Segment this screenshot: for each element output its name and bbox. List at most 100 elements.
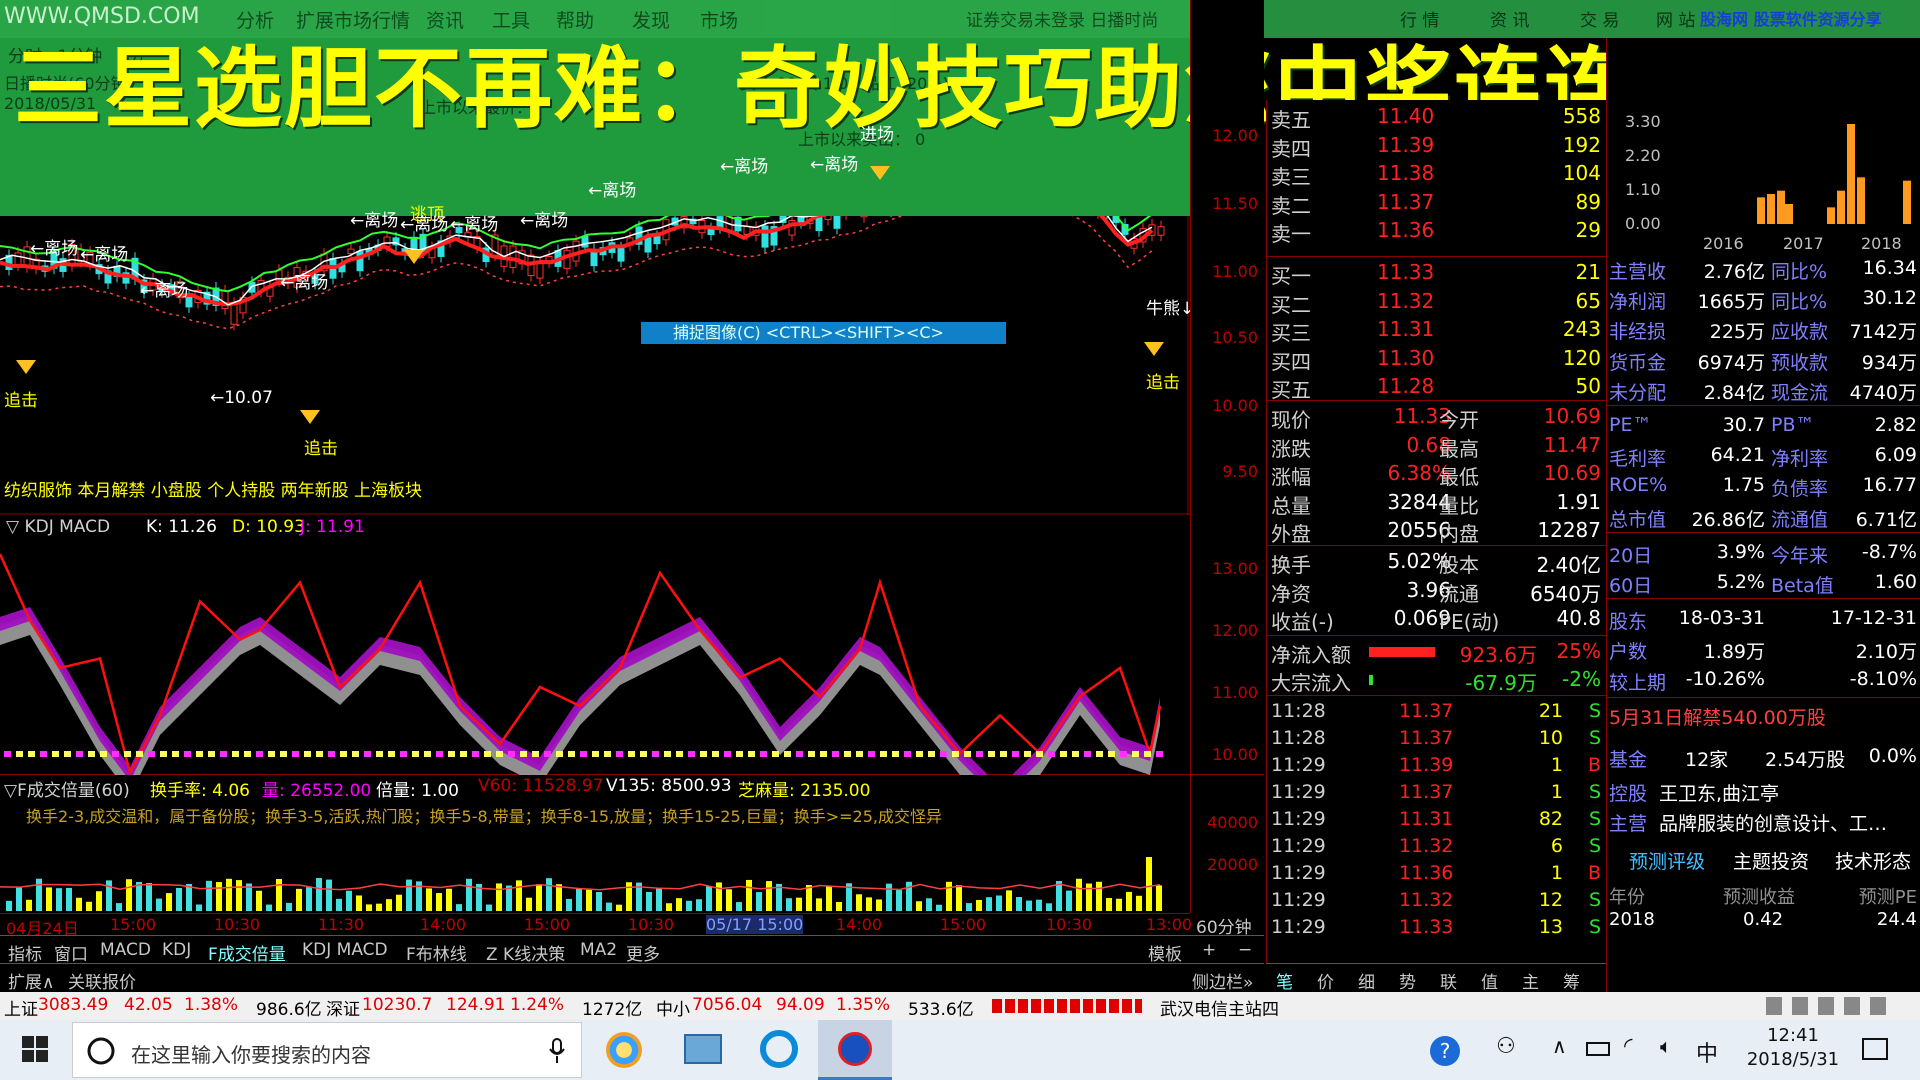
tick-row: 11:29 11.32 6 S: [1267, 833, 1607, 860]
help-icon[interactable]: ?: [1430, 1036, 1460, 1066]
tick-side: S: [1588, 700, 1601, 722]
mini-y-tick: 0.00: [1625, 214, 1661, 233]
tab-tech-pattern[interactable]: 技术形态: [1835, 847, 1911, 874]
kdj-dot: [844, 751, 851, 757]
kdj-dot: [256, 751, 263, 757]
vol-title[interactable]: ▽F成交倍量(60): [4, 776, 130, 801]
ie-browser-icon[interactable]: [606, 1032, 642, 1068]
tab-kdj[interactable]: KDJ: [162, 940, 191, 960]
x-tick: 10:30: [1046, 915, 1093, 934]
y-tick: 10.00: [1212, 745, 1258, 764]
kdj-purple-band: [0, 607, 1160, 775]
forecast-header: 年份 预测收益 预测PE: [1607, 881, 1920, 908]
sell-price: 11.37: [1377, 189, 1435, 214]
tab-forecast-rating[interactable]: 预测评级: [1629, 847, 1705, 874]
kdj-dot: [580, 751, 587, 757]
divider: [1267, 634, 1607, 636]
notification-icon[interactable]: [1862, 1038, 1888, 1060]
tick-side: S: [1588, 835, 1601, 857]
volume-bar: [276, 879, 282, 911]
tab-related-quotes[interactable]: 关联报价: [68, 968, 136, 993]
tab-ma2[interactable]: MA2: [580, 940, 617, 960]
volume-bar: [1006, 890, 1012, 911]
tick-time: 11:29: [1271, 781, 1326, 803]
quote-tab[interactable]: 笔: [1276, 968, 1293, 993]
tab-website[interactable]: 网 站: [1656, 6, 1695, 31]
forecast-earn-header: 预测收益: [1723, 886, 1795, 908]
volume-bar: [106, 880, 112, 911]
divider: [1267, 256, 1607, 257]
unlock-note[interactable]: 5月31日解禁540.00万股: [1609, 703, 1826, 730]
sell-row: 卖三 11.38 104: [1267, 159, 1607, 189]
tab-bollinger[interactable]: F布林线: [406, 940, 467, 965]
quote-tab[interactable]: 价: [1317, 968, 1334, 993]
y-tick: 11.00: [1212, 683, 1258, 702]
brand-logo-text: 股海网 股票软件资源分享: [1700, 10, 1882, 29]
tab-kdj-macd[interactable]: KDJ MACD: [302, 940, 388, 960]
quote-tab[interactable]: 联: [1440, 968, 1457, 993]
stock-app-icon[interactable]: [818, 1020, 892, 1080]
stock-app-logo: [838, 1032, 872, 1066]
fund-value: 1.89万: [1703, 641, 1765, 664]
flow-row: 净流入额 923.6万 25%: [1267, 637, 1607, 667]
tab-kline-decision[interactable]: Z K线决策: [486, 940, 565, 965]
fundamental-row: 股东 18-03-31 17-12-31: [1607, 604, 1920, 634]
indicator-tabs: 指标 窗口 MACD KDJ F成交倍量 KDJ MACD F布林线 Z K线决…: [0, 935, 1264, 965]
ime-indicator[interactable]: 中: [1696, 1036, 1718, 1068]
candle-body: [14, 252, 22, 266]
battery-icon[interactable]: [1586, 1042, 1610, 1056]
tab-more[interactable]: 更多: [626, 940, 660, 965]
template-button[interactable]: 模板: [1148, 940, 1182, 965]
diamond-signal-icon: [16, 360, 36, 374]
stat-value: 10.69: [1543, 404, 1601, 428]
tab-macd[interactable]: MACD: [100, 940, 151, 960]
quote-tab[interactable]: 筹: [1563, 968, 1580, 993]
quote-tab[interactable]: 值: [1481, 968, 1498, 993]
fund-value: 5.2%: [1716, 571, 1765, 593]
stat-label: 净资: [1271, 581, 1311, 606]
sidebar-toggle[interactable]: 侧边栏»: [1192, 968, 1253, 993]
people-icon[interactable]: ⚇: [1496, 1034, 1516, 1059]
taskbar-search-box[interactable]: 在这里输入你要搜索的内容: [72, 1022, 582, 1078]
tab-theme-invest[interactable]: 主题投资: [1733, 847, 1809, 874]
stat-label: 流通: [1439, 581, 1479, 606]
quote-tab[interactable]: 主: [1522, 968, 1539, 993]
search-app-icon[interactable]: [760, 1030, 798, 1068]
volume-panel[interactable]: ▽F成交倍量(60) 换手率: 4.06 量: 26552.00 倍量: 1.0…: [0, 775, 1190, 913]
volume-icon[interactable]: 🔈︎: [1660, 1034, 1672, 1058]
tick-row: 11:29 11.33 13 S: [1267, 914, 1607, 941]
fund-value: 3.9%: [1716, 540, 1765, 563]
buy-row: 买四 11.30 120: [1267, 344, 1607, 374]
kdj-panel[interactable]: ▽ KDJ MACD K: 11.26 D: 10.93 J: 11.91: [0, 515, 1190, 775]
clock[interactable]: 12:41 2018/5/31: [1738, 1024, 1848, 1072]
volume-bar: [1136, 895, 1142, 911]
minus-button[interactable]: −: [1238, 940, 1252, 960]
microphone-icon[interactable]: [547, 1037, 567, 1065]
start-button[interactable]: [14, 1034, 58, 1066]
kdj-dot: [448, 751, 455, 757]
kdj-dot: [952, 751, 959, 757]
plus-button[interactable]: +: [1202, 940, 1216, 960]
kdj-dot: [400, 751, 407, 757]
tick-price: 11.37: [1399, 700, 1454, 722]
tab-indicator[interactable]: 指标: [8, 940, 42, 965]
sh-change: 42.05: [124, 995, 173, 1015]
flow-pct: 25%: [1556, 638, 1601, 663]
kdj-title[interactable]: ▽ KDJ MACD: [6, 517, 110, 537]
remote-desktop-icon[interactable]: [684, 1034, 722, 1064]
windows-taskbar: 在这里输入你要搜索的内容 ? ⚇ ∧ ◜ 🔈︎ 中 12:41 2018/5/3…: [0, 1020, 1920, 1080]
wifi-icon[interactable]: ◜: [1624, 1034, 1633, 1059]
kdj-dot: [40, 751, 47, 757]
tray-chevron-icon[interactable]: ∧: [1552, 1034, 1567, 1058]
volume-bar: [676, 898, 682, 911]
volume-bar: [606, 902, 612, 911]
tab-window[interactable]: 窗口: [54, 940, 88, 965]
kdj-dot: [868, 751, 875, 757]
quote-tab[interactable]: 势: [1399, 968, 1416, 993]
fundamental-row: 户数 1.89万 2.10万: [1607, 634, 1920, 664]
eps-bar: [1857, 177, 1865, 224]
quote-tab[interactable]: 细: [1358, 968, 1375, 993]
tab-volume-multiple[interactable]: F成交倍量: [208, 940, 286, 965]
tab-extension[interactable]: 扩展∧: [8, 968, 54, 993]
volume-bar: [296, 888, 302, 911]
